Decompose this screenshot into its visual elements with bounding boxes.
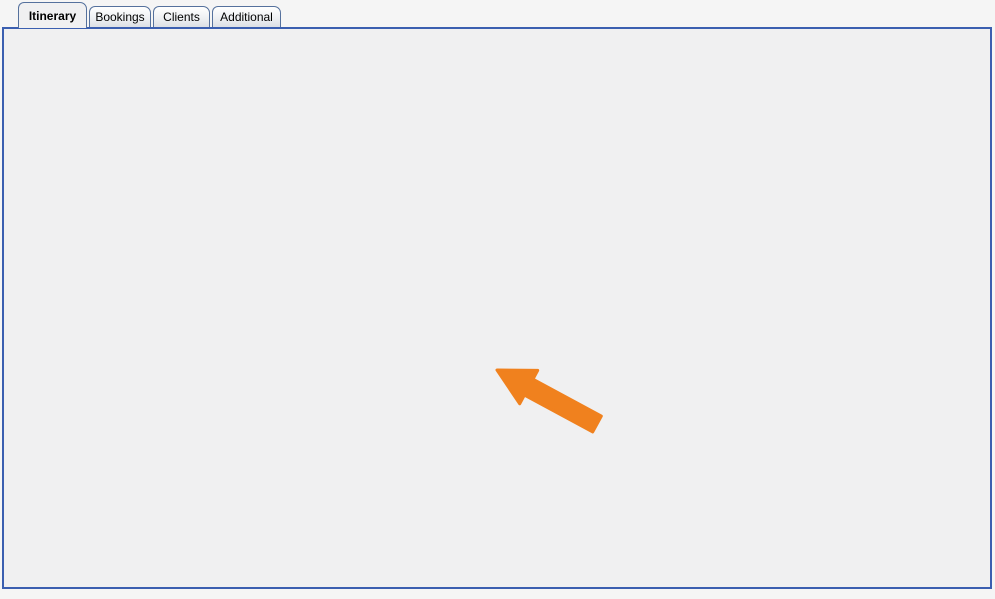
tab-bookings[interactable]: Bookings	[89, 6, 151, 27]
tab-itinerary[interactable]: Itinerary	[18, 2, 87, 28]
itinerary-window: Itinerary Bookings Clients Additional It…	[0, 0, 995, 599]
tab-label: Bookings	[95, 10, 144, 24]
annotation-arrow	[480, 358, 620, 438]
tab-content-panel	[2, 27, 992, 589]
tab-additional[interactable]: Additional	[212, 6, 281, 27]
tab-label: Clients	[163, 10, 200, 24]
tab-label: Itinerary	[29, 9, 76, 23]
tab-label: Additional	[220, 10, 273, 24]
tab-clients[interactable]: Clients	[153, 6, 210, 27]
